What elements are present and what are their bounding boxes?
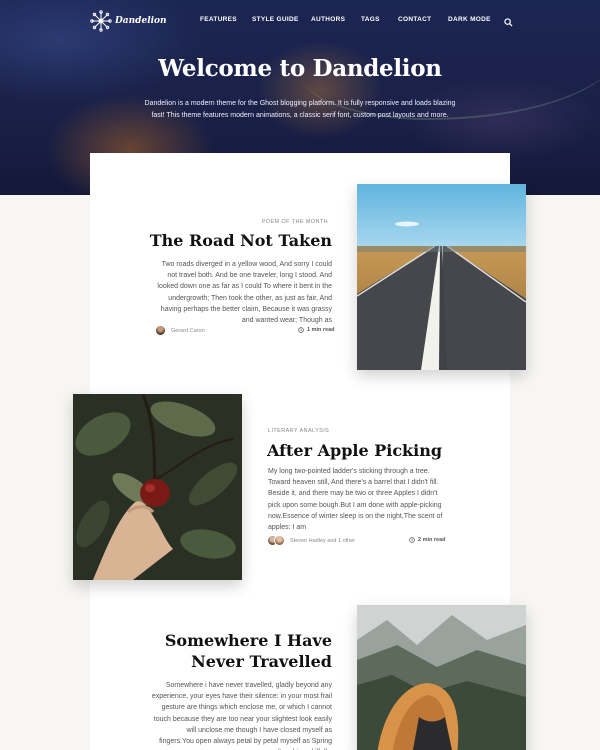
nav-style-guide[interactable]: STYLE GUIDE (252, 16, 299, 23)
mountain-girl-image (357, 605, 526, 750)
road-image (357, 184, 526, 370)
apple-image (73, 394, 242, 580)
nav-features[interactable]: FEATURES (200, 16, 237, 23)
post-1-author[interactable]: Gerard Caron (155, 325, 205, 336)
site-logo[interactable]: Dandelion (90, 10, 167, 32)
post-2-title[interactable]: After Apple Picking (267, 440, 467, 461)
author-avatar (274, 535, 285, 546)
post-2-image[interactable] (73, 394, 242, 580)
post-1-title[interactable]: The Road Not Taken (140, 230, 332, 251)
author-name: Gerard Caron (171, 327, 205, 334)
logo-text: Dandelion (115, 16, 167, 26)
author-avatars (267, 535, 285, 546)
post-1-kicker[interactable]: POEM OF THE MONTH (160, 219, 328, 225)
post-1-excerpt: Two roads diverged in a yellow wood, And… (157, 261, 332, 325)
nav-contact[interactable]: CONTACT (398, 16, 431, 23)
post-3-image[interactable] (357, 605, 526, 750)
search-icon[interactable] (504, 18, 513, 27)
post-2-kicker[interactable]: LITERARY ANALYSIS (268, 428, 329, 434)
post-2-author[interactable]: Steven Hadley and 1 other (267, 535, 355, 546)
post-2-excerpt: My long two-pointed ladder's sticking th… (268, 468, 443, 532)
post-3-excerpt: Somewhere i have never travelled, gladly… (151, 682, 332, 750)
nav-tags[interactable]: TAGS (361, 16, 380, 23)
hero-description: Dandelion is a modern theme for the Ghos… (144, 100, 456, 119)
post-3-title[interactable]: Somewhere I Have Never Travelled (140, 630, 332, 672)
author-avatar (155, 325, 166, 336)
dandelion-logo-icon (90, 10, 112, 32)
clock-icon (409, 537, 415, 543)
hero-title: Welcome to Dandelion (158, 55, 442, 82)
author-name: Steven Hadley and 1 other (290, 537, 356, 544)
post-1-image[interactable] (357, 184, 526, 370)
post-2-read-time: 2 min read (409, 537, 446, 543)
nav-dark-mode[interactable]: DARK MODE (448, 16, 491, 23)
clock-icon (298, 327, 304, 333)
nav-authors[interactable]: AUTHORS (311, 16, 345, 23)
post-1-read-time: 1 min read (298, 327, 335, 333)
